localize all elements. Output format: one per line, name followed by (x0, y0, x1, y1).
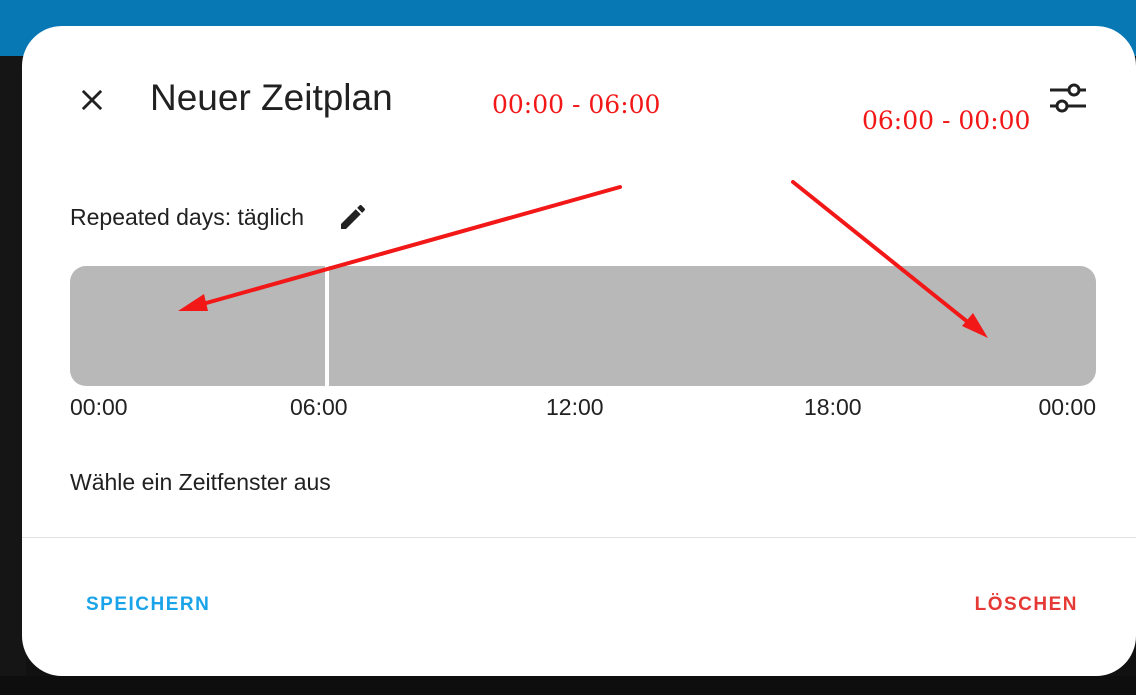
tick-label: 18:00 (804, 394, 862, 420)
timeline-segment-night[interactable] (70, 266, 325, 386)
schedule-timeline[interactable] (70, 266, 1096, 386)
footer-divider (22, 537, 1136, 538)
repeated-days-row: Repeated days: täglich (70, 198, 372, 236)
edit-days-button[interactable] (334, 198, 372, 236)
close-button[interactable] (72, 80, 112, 120)
pencil-icon (341, 204, 366, 229)
timeline-tick-labels: 00:00 06:00 12:00 18:00 00:00 (70, 394, 1096, 424)
dialog-title: Neuer Zeitplan (150, 77, 393, 118)
tick-label: 06:00 (290, 394, 348, 420)
background-footer (0, 676, 1136, 695)
tune-icon (1050, 83, 1086, 113)
annotation-label-right: 06:00 - 00:00 (862, 106, 1031, 135)
timeline-segment-day[interactable] (329, 266, 1096, 386)
tick-label: 00:00 (1038, 394, 1096, 420)
save-button[interactable]: SPEICHERN (86, 594, 210, 616)
annotation-label-left: 00:00 - 06:00 (492, 90, 661, 119)
select-slot-hint: Wähle ein Zeitfenster aus (70, 469, 331, 495)
repeated-days-label: Repeated days: täglich (70, 203, 304, 230)
tick-label: 00:00 (70, 394, 128, 420)
tick-label: 12:00 (546, 394, 604, 420)
close-icon (81, 89, 103, 111)
settings-button[interactable] (1044, 76, 1092, 120)
delete-button[interactable]: LÖSCHEN (975, 594, 1078, 616)
